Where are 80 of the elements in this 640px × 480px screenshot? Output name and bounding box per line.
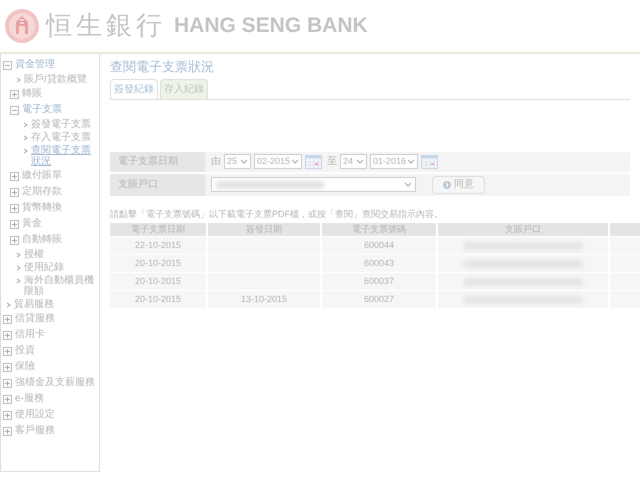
table-cell: 13-10-2015 — [208, 291, 320, 308]
expand-icon[interactable] — [3, 346, 12, 356]
bank-name: 恒生銀行 — [46, 10, 166, 42]
menu-item[interactable]: 資金管理 — [15, 58, 55, 72]
menu-item[interactable]: 自動轉賬 — [22, 233, 62, 247]
page-title: 查閱電子支票狀況 — [110, 58, 215, 76]
expand-icon[interactable] — [10, 236, 19, 244]
menu-item[interactable]: 簽發電子支票 — [31, 119, 91, 130]
bank-logo-icon — [4, 8, 40, 44]
menu-item[interactable]: e-服務 — [15, 392, 44, 406]
bank-name: HANG SENG BANK — [174, 13, 368, 40]
chevron-icon — [16, 278, 21, 284]
collapse-icon[interactable] — [3, 60, 12, 70]
menu-item[interactable]: 存入電子支票 — [31, 132, 91, 143]
menu-item[interactable]: 信貸服務 — [15, 312, 55, 326]
to-label: 至 — [327, 155, 337, 169]
caret-icon — [404, 182, 412, 187]
chevron-icon — [6, 302, 11, 308]
caret-icon — [240, 159, 248, 164]
table-cell: 600044 — [322, 237, 436, 254]
expand-icon[interactable] — [3, 330, 12, 340]
menu-item[interactable]: 賬戶/貸款概覽 — [24, 74, 87, 85]
expand-icon[interactable] — [10, 90, 19, 98]
submit-button[interactable]: 同意 — [432, 176, 485, 194]
column-header — [610, 223, 640, 236]
account-dropdown[interactable] — [211, 177, 416, 192]
menu-item[interactable]: 投資 — [15, 344, 35, 358]
menu-item[interactable]: 轉賬 — [22, 87, 42, 101]
menu-item[interactable]: 繳付賬單 — [22, 169, 62, 183]
expand-icon[interactable] — [3, 362, 12, 372]
menu-item[interactable]: 貨幣轉換 — [22, 201, 62, 215]
expand-icon[interactable] — [3, 394, 12, 404]
arrow-circle-icon — [443, 180, 451, 188]
menu-item[interactable]: 保險 — [15, 360, 35, 374]
chevron-icon — [23, 135, 28, 141]
expand-icon[interactable] — [10, 172, 19, 180]
chevron-icon — [16, 265, 21, 271]
menu-item[interactable]: 強積金及支薪服務 — [15, 376, 95, 390]
menu-item[interactable]: 查閱電子支票狀況 — [31, 145, 99, 167]
chevron-icon — [23, 122, 28, 128]
menu-item[interactable]: 黃金 — [22, 217, 42, 231]
calendar-icon[interactable] — [305, 154, 322, 168]
menu-item[interactable]: 海外自動櫃員機限額 — [24, 275, 99, 297]
table-cell: 600027 — [322, 291, 436, 308]
expand-icon[interactable] — [3, 378, 12, 388]
chevron-icon — [16, 252, 21, 258]
table-cell: 20-10-2015 — [110, 291, 206, 308]
expand-icon[interactable] — [10, 204, 19, 212]
calendar-icon[interactable] — [421, 154, 438, 168]
dropdown[interactable]: 01-2016 — [370, 154, 418, 169]
expand-icon[interactable] — [10, 188, 19, 196]
caret-icon — [291, 159, 299, 164]
dropdown[interactable]: 25 — [224, 154, 251, 169]
caret-icon — [407, 159, 415, 164]
table-cell: 20-10-2015 — [110, 255, 206, 272]
menu-item[interactable]: 使用設定 — [15, 408, 55, 422]
expand-icon[interactable] — [3, 410, 12, 420]
from-label: 由 — [211, 154, 221, 169]
menu-item[interactable]: 客戶服務 — [15, 424, 55, 438]
menu-item[interactable]: 授權 — [24, 249, 44, 260]
expand-icon[interactable] — [10, 220, 19, 228]
menu-item[interactable]: 電子支票 — [22, 103, 62, 117]
chevron-icon — [16, 77, 21, 83]
table-cell: 600043 — [322, 255, 436, 272]
menu-item[interactable]: 信用卡 — [15, 328, 45, 342]
menu-item[interactable]: 定期存款 — [22, 185, 62, 199]
expand-icon[interactable] — [3, 426, 12, 436]
tab[interactable]: 簽發紀錄 — [110, 78, 158, 98]
chevron-icon — [23, 148, 28, 154]
menu-item[interactable]: 貿易服務 — [14, 299, 54, 310]
table-cell: 20-10-2015 — [110, 273, 206, 290]
instruction-text: 請點擊「電子支票號碼」以下載電子支票PDF檔，或按「查閱」查閱交易指示內容。 — [110, 208, 444, 220]
table-cell: 22-10-2015 — [110, 237, 206, 254]
dropdown[interactable]: 02-2015 — [254, 154, 302, 169]
collapse-icon[interactable] — [10, 106, 19, 114]
expand-icon[interactable] — [3, 314, 12, 324]
dropdown[interactable]: 24 — [340, 154, 367, 169]
table-cell: 600037 — [322, 273, 436, 290]
caret-icon — [356, 159, 364, 164]
menu-item[interactable]: 使用紀錄 — [24, 262, 64, 273]
